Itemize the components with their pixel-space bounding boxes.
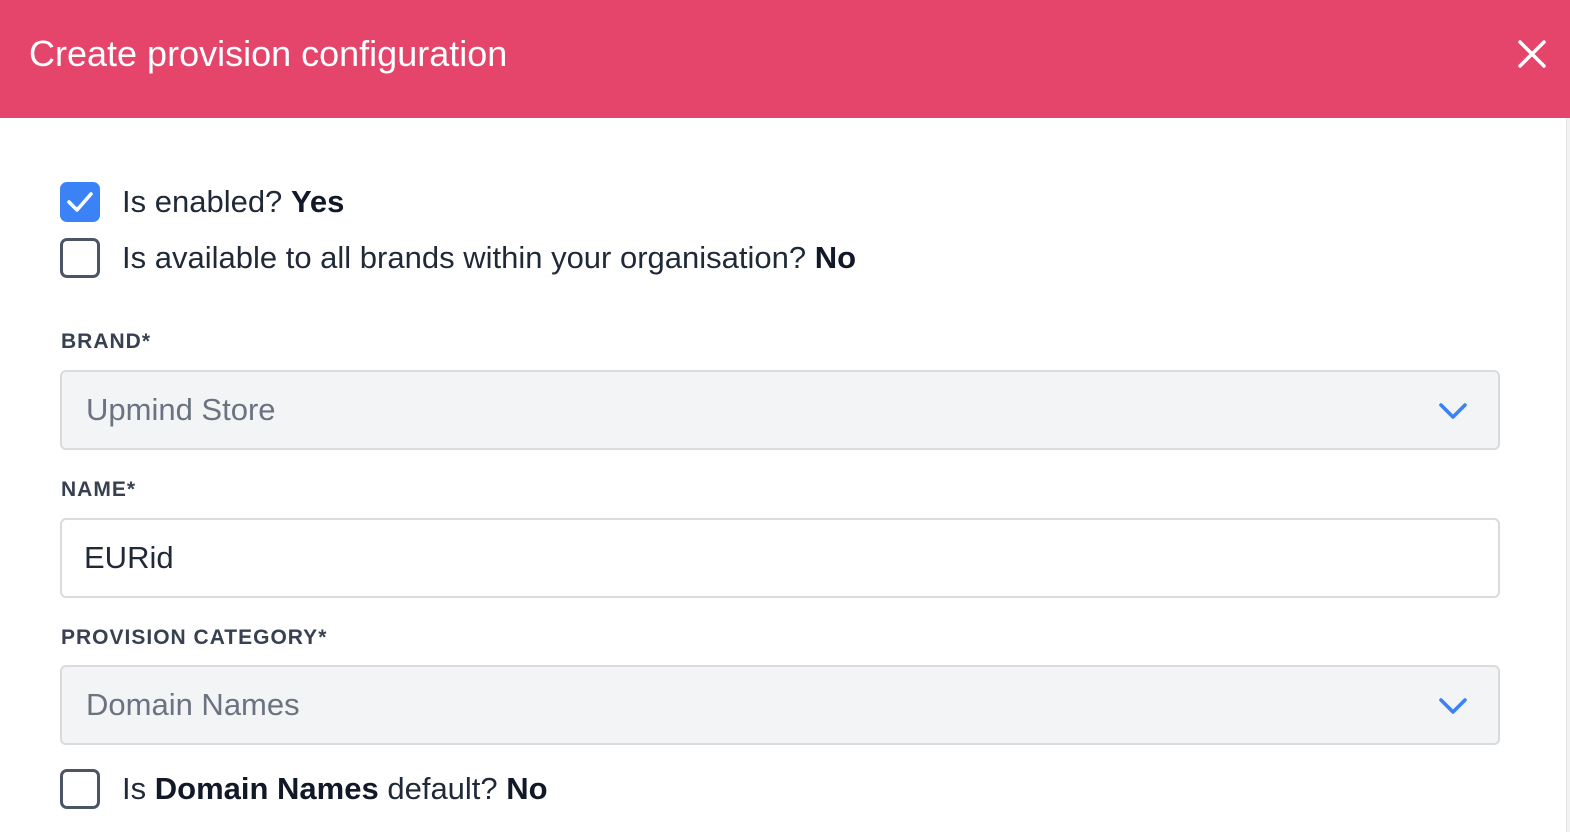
brand-select[interactable]: Upmind Store bbox=[60, 370, 1500, 450]
category-default-checkbox[interactable] bbox=[60, 769, 100, 809]
close-button[interactable] bbox=[1516, 38, 1548, 70]
category-default-value: No bbox=[506, 771, 548, 806]
category-default-category: Domain Names bbox=[154, 771, 379, 806]
all-brands-value: No bbox=[814, 240, 857, 275]
enabled-label: Is enabled? Yes bbox=[122, 184, 345, 219]
scrollbar-track[interactable] bbox=[1566, 118, 1570, 832]
enabled-value: Yes bbox=[290, 184, 345, 219]
modal-title: Create provision configuration bbox=[29, 33, 508, 74]
enabled-checkbox[interactable] bbox=[60, 182, 100, 222]
provision-category-selected-value: Domain Names bbox=[86, 687, 300, 722]
brand-selected-value: Upmind Store bbox=[86, 392, 276, 427]
brand-label: BRAND* bbox=[61, 330, 151, 353]
category-default-label: Is Domain Names default? No bbox=[122, 771, 548, 806]
enabled-toggle-row[interactable]: Is enabled? Yes bbox=[60, 182, 344, 222]
close-icon bbox=[1518, 40, 1546, 68]
name-input[interactable] bbox=[60, 518, 1500, 598]
modal-header: Create provision configuration bbox=[0, 0, 1570, 118]
all-brands-checkbox[interactable] bbox=[60, 238, 100, 278]
all-brands-toggle-row[interactable]: Is available to all brands within your o… bbox=[60, 238, 856, 278]
name-label: NAME* bbox=[61, 478, 137, 501]
chevron-down-icon bbox=[1439, 698, 1467, 714]
checkmark-icon bbox=[67, 192, 93, 212]
all-brands-label: Is available to all brands within your o… bbox=[122, 240, 857, 275]
provision-category-label: PROVISION CATEGORY* bbox=[61, 626, 328, 649]
provision-category-select[interactable]: Domain Names bbox=[60, 665, 1500, 745]
category-default-toggle-row[interactable]: Is Domain Names default? No bbox=[60, 769, 548, 809]
provision-config-modal: Create provision configuration Is enable… bbox=[0, 0, 1570, 832]
chevron-down-icon bbox=[1439, 403, 1467, 419]
